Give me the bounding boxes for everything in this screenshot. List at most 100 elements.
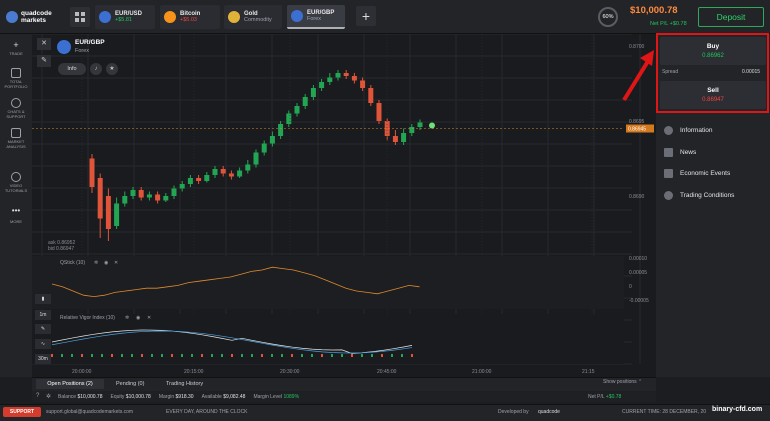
menu-label: Economic Events	[680, 169, 731, 177]
timeframe-1m-button[interactable]: 1m	[35, 310, 51, 320]
rvi-bar	[61, 354, 63, 357]
margin-level-stat-value: 1089%	[283, 393, 300, 400]
sidebar-item-label: VIDEO TUTORIALS	[4, 183, 28, 193]
candle-body	[171, 188, 177, 196]
tab-pending[interactable]: Pending (0)	[116, 379, 144, 389]
sidebar-item-portfolio[interactable]: TOTAL PORTFOLIO	[0, 68, 32, 89]
time-tick-label: 20:15:00	[184, 369, 204, 375]
candle-body	[278, 124, 284, 136]
info-label: Info	[67, 66, 77, 72]
market-analysis-icon	[11, 128, 21, 138]
eye-icon[interactable]: ◉	[136, 315, 140, 321]
time-tick-label: 20:45:00	[377, 369, 397, 375]
time-tick-label: 21:00:00	[472, 369, 492, 375]
help-icon[interactable]: ?	[36, 393, 39, 399]
settings-icon[interactable]: ✲	[125, 315, 129, 321]
candle-body	[89, 158, 95, 187]
margin-level-stat: Margin Level 1089%	[253, 394, 299, 400]
sidebar-item-chats[interactable]: CHATS & SUPPORT	[0, 98, 32, 119]
rvi-bar	[151, 354, 153, 357]
support-email[interactable]: support.global@quadcodemarkets.com	[46, 409, 133, 415]
avatar[interactable]: 60%	[598, 7, 618, 27]
time-tick-label: 20:30:00	[280, 369, 300, 375]
sidebar-item-more[interactable]: ••• MORE	[0, 207, 32, 225]
rvi-bar	[191, 354, 193, 357]
draw-tool-icon[interactable]: ✎	[37, 55, 51, 67]
rvi-bar	[201, 354, 203, 357]
candle-body	[187, 178, 193, 184]
show-positions-label: Show positions	[603, 379, 637, 385]
asset-tab-eurgbp[interactable]: EUR/GBP Forex	[287, 5, 345, 29]
buy-button[interactable]: Buy 0.86962	[660, 37, 766, 65]
sidebar-item-market[interactable]: MARKET ANALYSIS	[0, 128, 32, 149]
price-tick-label: 0.8695	[629, 119, 645, 125]
close-indicator-icon[interactable]: ✕	[114, 260, 118, 266]
bell-icon[interactable]: ♪	[90, 63, 102, 75]
sidebar-item-trade[interactable]: + TRADE	[0, 40, 32, 56]
available-stat-label: Available	[201, 393, 222, 400]
menu-information[interactable]: Information	[664, 123, 764, 137]
menu-news[interactable]: News	[664, 145, 764, 159]
rvi-bar	[91, 354, 93, 357]
rvi-bar	[181, 354, 183, 357]
price-chart[interactable]: 0.87000.86950.86900.8694520:00:00 20:15:0…	[32, 34, 656, 377]
candle-body	[294, 106, 300, 114]
settings-icon[interactable]: ✲	[46, 393, 51, 400]
asset-tab-gold[interactable]: Gold Commodity	[224, 5, 282, 29]
logo-mark-icon	[6, 11, 18, 23]
rvi-bar	[221, 354, 223, 357]
rvi-bar	[241, 354, 243, 357]
qstick-panel	[32, 256, 624, 309]
equity-stat-value: $10,000.78	[125, 393, 151, 400]
candle-body	[245, 164, 251, 171]
show-positions-toggle[interactable]: Show positions ⌃	[603, 379, 642, 385]
brand-logo[interactable]: quadcode markets	[6, 8, 66, 26]
net-pl-value: +$0.78	[605, 394, 622, 400]
close-indicator-icon[interactable]: ✕	[147, 315, 151, 321]
close-icon[interactable]: ✕	[37, 38, 51, 50]
candle-body	[130, 190, 136, 196]
info-button[interactable]: Info	[58, 63, 86, 75]
menu-trading-conditions[interactable]: Trading Conditions	[664, 188, 764, 202]
equity-stat-label: Equity	[110, 393, 125, 400]
sidebar-item-video[interactable]: VIDEO TUTORIALS	[0, 172, 32, 193]
asset-tab-bitcoin[interactable]: Bitcoin +$5.03	[160, 5, 220, 29]
spread-label: Spread	[662, 69, 679, 75]
candle-body	[253, 152, 259, 165]
indicators-icon[interactable]: ∿	[35, 339, 51, 349]
star-icon[interactable]: ★	[106, 63, 118, 75]
add-tab-button[interactable]: +	[356, 6, 376, 26]
available-stat-value: $9,082.48	[223, 393, 246, 400]
asset-tab-eurusd[interactable]: EUR/USD +$5.81	[95, 5, 155, 29]
calendar-icon	[664, 168, 673, 178]
grid-menu-button[interactable]	[70, 7, 90, 27]
news-icon	[664, 147, 673, 157]
tab-open-positions[interactable]: Open Positions (2)	[36, 379, 104, 389]
asset-tab-sub: Commodity	[244, 17, 272, 23]
settings-icon[interactable]: ✲	[94, 260, 98, 266]
account-balance[interactable]: $10,000.78	[630, 5, 678, 16]
net-pl-footer: Net P/L +$0.78	[588, 394, 621, 400]
pencil-icon[interactable]: ✎	[35, 324, 51, 334]
asset-tab-sub: +$5.81	[115, 17, 132, 23]
candle-body	[261, 143, 267, 153]
price-tick-label: 0.8690	[629, 194, 645, 200]
portfolio-icon	[11, 68, 21, 78]
asset-tab-sub: Forex	[307, 16, 322, 22]
time-tick-label: 21:15	[582, 369, 595, 375]
candle-body	[122, 196, 128, 204]
tab-trading-history[interactable]: Trading History	[166, 379, 203, 389]
candle-body	[286, 113, 292, 124]
candle-body	[335, 73, 341, 78]
deposit-button[interactable]: Deposit	[698, 7, 764, 27]
timeframe-30m-button[interactable]: 30m	[35, 354, 51, 364]
rvi-bar	[111, 354, 113, 357]
eurgbp-flag-icon	[57, 40, 71, 54]
annotation-arrow-icon	[622, 50, 654, 102]
menu-economic-events[interactable]: Economic Events	[664, 166, 764, 180]
sell-button[interactable]: Sell 0.86947	[660, 81, 766, 109]
eurgbp-flag-icon	[291, 10, 303, 22]
support-button[interactable]: SUPPORT	[3, 407, 41, 417]
eye-icon[interactable]: ◉	[104, 260, 108, 266]
chart-type-icon[interactable]: ▮	[35, 294, 51, 304]
